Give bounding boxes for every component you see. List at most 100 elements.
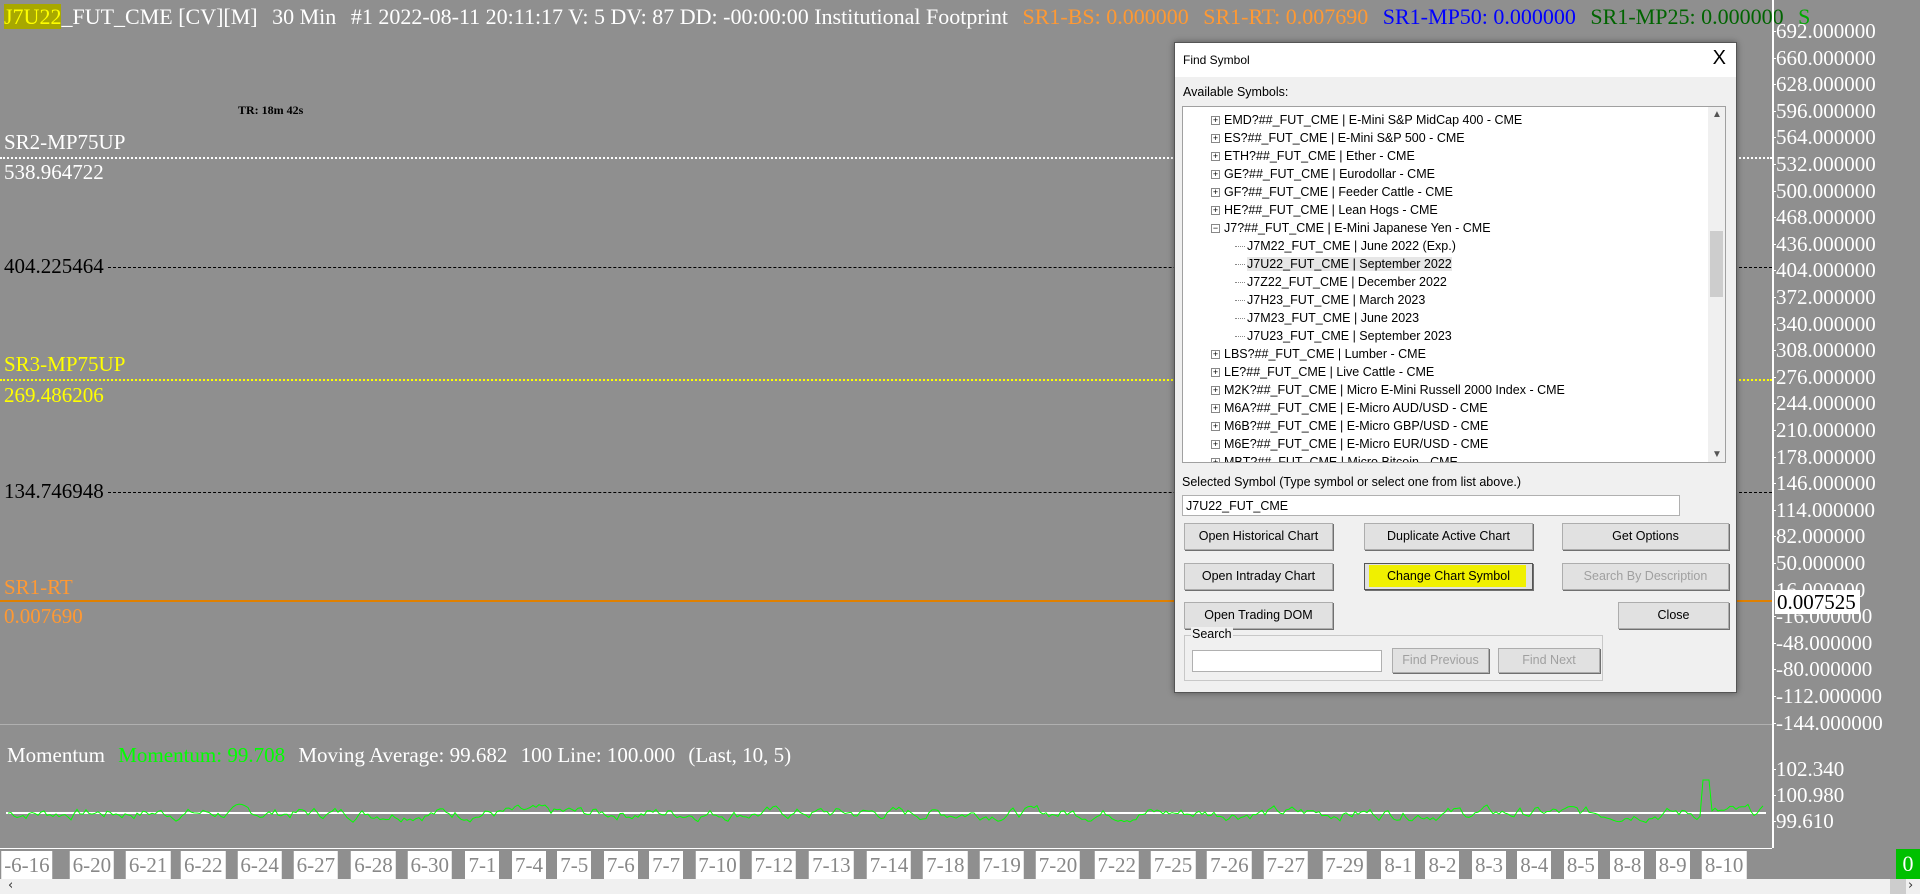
tree-connector (1235, 318, 1245, 320)
symbol-tree-item[interactable]: J7H23_FUT_CME | March 2023 (1235, 291, 1425, 309)
date-axis-label: 7-26 (1207, 851, 1252, 879)
expand-icon[interactable]: + (1211, 422, 1220, 432)
symbol-tree-label: LBS?##_FUT_CME | Lumber - CME (1224, 347, 1426, 361)
symbol-tree-item[interactable]: + EMD?##_FUT_CME | E-Mini S&P MidCap 400 … (1211, 111, 1522, 129)
date-axis-label: 8-1 (1381, 851, 1416, 879)
date-axis-label: 7-29 (1322, 851, 1367, 879)
expand-icon[interactable]: + (1211, 440, 1220, 450)
symbol-tree-item[interactable]: + M6B?##_FUT_CME | E-Micro GBP/USD - CME (1211, 417, 1488, 435)
duplicate-active-chart-button[interactable]: Duplicate Active Chart (1364, 523, 1533, 550)
get-options-button[interactable]: Get Options (1562, 523, 1729, 550)
collapse-icon[interactable]: − (1211, 224, 1220, 234)
scroll-right-icon[interactable]: › (1908, 878, 1913, 893)
expand-icon[interactable]: + (1211, 134, 1220, 144)
symbol-tree-label: M2K?##_FUT_CME | Micro E-Mini Russell 20… (1224, 383, 1565, 397)
horizontal-scrollbar[interactable]: ‹ › (0, 878, 1920, 894)
find-previous-button[interactable]: Find Previous (1392, 648, 1489, 673)
expand-icon[interactable]: + (1211, 386, 1220, 396)
symbol-tree-item[interactable]: + M2K?##_FUT_CME | Micro E-Mini Russell 2… (1211, 381, 1565, 399)
symbol-tree-item[interactable]: − J7?##_FUT_CME | E-Mini Japanese Yen - C… (1211, 219, 1491, 237)
symbol-tree-item[interactable]: J7U23_FUT_CME | September 2023 (1235, 327, 1452, 345)
date-axis-label: 6-22 (181, 851, 226, 879)
open-trading-dom-button[interactable]: Open Trading DOM (1184, 602, 1333, 629)
symbol-tree-label: J7U23_FUT_CME | September 2023 (1247, 329, 1452, 343)
symbol-tree-item[interactable]: + LBS?##_FUT_CME | Lumber - CME (1211, 345, 1426, 363)
date-axis-label: 8-3 (1471, 851, 1506, 879)
symbol-tree-item[interactable]: + GE?##_FUT_CME | Eurodollar - CME (1211, 165, 1435, 183)
date-axis-label: 7-5 (557, 851, 592, 879)
find-next-button[interactable]: Find Next (1498, 648, 1600, 673)
dialog-titlebar[interactable]: Find Symbol X (1175, 43, 1736, 77)
list-scrollbar[interactable]: ▲ ▼ (1708, 107, 1725, 462)
expand-icon[interactable]: + (1211, 368, 1220, 378)
expand-icon[interactable]: + (1211, 152, 1220, 162)
level-label-sr1-rt: SR1-RT (4, 575, 73, 599)
scroll-thumb[interactable] (1710, 231, 1723, 297)
scroll-left-icon[interactable]: ‹ (8, 878, 13, 893)
symbol-tree-item[interactable]: J7Z22_FUT_CME | December 2022 (1235, 273, 1447, 291)
search-input[interactable] (1192, 650, 1382, 672)
price-axis-label: 82.000000 (1771, 524, 1866, 549)
momentum-axis-label: 99.610 (1772, 809, 1834, 833)
expand-icon[interactable]: + (1211, 188, 1220, 198)
search-by-description-button[interactable]: Search By Description (1562, 563, 1729, 590)
symbol-tree-item[interactable]: J7M22_FUT_CME | June 2022 (Exp.) (1235, 237, 1456, 255)
selected-symbol-input[interactable] (1182, 495, 1680, 516)
price-axis-label: 628.000000 (1772, 72, 1876, 97)
symbol-tree-item[interactable]: + MBT?##_FUT_CME | Micro Bitcoin - CME (1211, 453, 1458, 462)
date-axis-label: 7-1 (465, 851, 500, 879)
symbol-tree-item[interactable]: J7M23_FUT_CME | June 2023 (1235, 309, 1419, 327)
tree-connector (1235, 336, 1245, 338)
price-axis-label: 596.000000 (1772, 98, 1876, 123)
date-axis-label: 8-9 (1655, 851, 1690, 879)
date-axis-label: 6-21 (125, 851, 171, 879)
price-axis-label: 660.000000 (1772, 45, 1876, 70)
sr1-mp25: SR1-MP25: 0.000000 (1590, 4, 1784, 29)
date-axis-label: 7-7 (649, 851, 684, 879)
price-axis-label: -112.000000 (1772, 684, 1882, 708)
symbol-tree-label: J7M22_FUT_CME | June 2022 (Exp.) (1247, 239, 1456, 253)
symbol-tree-item[interactable]: + ETH?##_FUT_CME | Ether - CME (1211, 147, 1415, 165)
change-chart-symbol-button[interactable]: Change Chart Symbol (1364, 563, 1533, 590)
price-axis-label: 244.000000 (1772, 391, 1876, 416)
expand-icon[interactable]: + (1211, 458, 1220, 462)
scroll-thumb[interactable] (1890, 879, 1906, 894)
symbol-tree-item[interactable]: + LE?##_FUT_CME | Live Cattle - CME (1211, 363, 1434, 381)
close-icon[interactable]: X (1713, 47, 1726, 70)
date-axis-label: 7-13 (809, 851, 854, 879)
expand-icon[interactable]: + (1211, 350, 1220, 360)
open-historical-chart-button[interactable]: Open Historical Chart (1184, 523, 1333, 550)
symbol-tree-item[interactable]: + M6A?##_FUT_CME | E-Micro AUD/USD - CME (1211, 399, 1488, 417)
tree-connector (1235, 282, 1245, 284)
date-axis-label: 7-22 (1094, 851, 1139, 879)
date-axis-label: 7-6 (603, 851, 638, 879)
close-button[interactable]: Close (1618, 602, 1729, 629)
momentum-plot (6, 779, 1766, 824)
tree-connector (1235, 264, 1245, 266)
symbol-tree-item[interactable]: + GF?##_FUT_CME | Feeder Cattle - CME (1211, 183, 1453, 201)
chevron-down-icon[interactable]: ▼ (1712, 449, 1722, 460)
momentum-series-line (7, 779, 1764, 824)
symbol-tree-item[interactable]: + HE?##_FUT_CME | Lean Hogs - CME (1211, 201, 1438, 219)
expand-icon[interactable]: + (1211, 116, 1220, 126)
expand-icon[interactable]: + (1211, 206, 1220, 216)
price-axis-label: 340.000000 (1772, 311, 1876, 336)
price-axis-label: 564.000000 (1772, 125, 1876, 150)
symbol-tree[interactable]: + EMD?##_FUT_CME | E-Mini S&P MidCap 400 … (1182, 106, 1726, 463)
expand-icon[interactable]: + (1211, 404, 1220, 414)
search-group: Search Find Previous Find Next (1184, 627, 1603, 681)
price-axis-label: 692.000000 (1772, 19, 1876, 43)
price-axis-label: 114.000000 (1772, 497, 1875, 522)
symbol-name: _FUT_CME [CV][M] (61, 4, 258, 29)
open-intraday-chart-button[interactable]: Open Intraday Chart (1184, 563, 1333, 590)
pane-divider[interactable] (0, 724, 1772, 725)
search-label: Search (1191, 627, 1233, 641)
tree-connector (1235, 300, 1245, 302)
date-axis-label: 6-30 (407, 851, 453, 879)
price-axis-label: -80.000000 (1771, 657, 1873, 682)
symbol-tree-item[interactable]: + M6E?##_FUT_CME | E-Micro EUR/USD - CME (1211, 435, 1488, 453)
chevron-up-icon[interactable]: ▲ (1712, 109, 1722, 120)
symbol-tree-item[interactable]: + ES?##_FUT_CME | E-Mini S&P 500 - CME (1211, 129, 1465, 147)
symbol-tree-item[interactable]: J7U22_FUT_CME | September 2022 (1235, 255, 1452, 273)
expand-icon[interactable]: + (1211, 170, 1220, 180)
